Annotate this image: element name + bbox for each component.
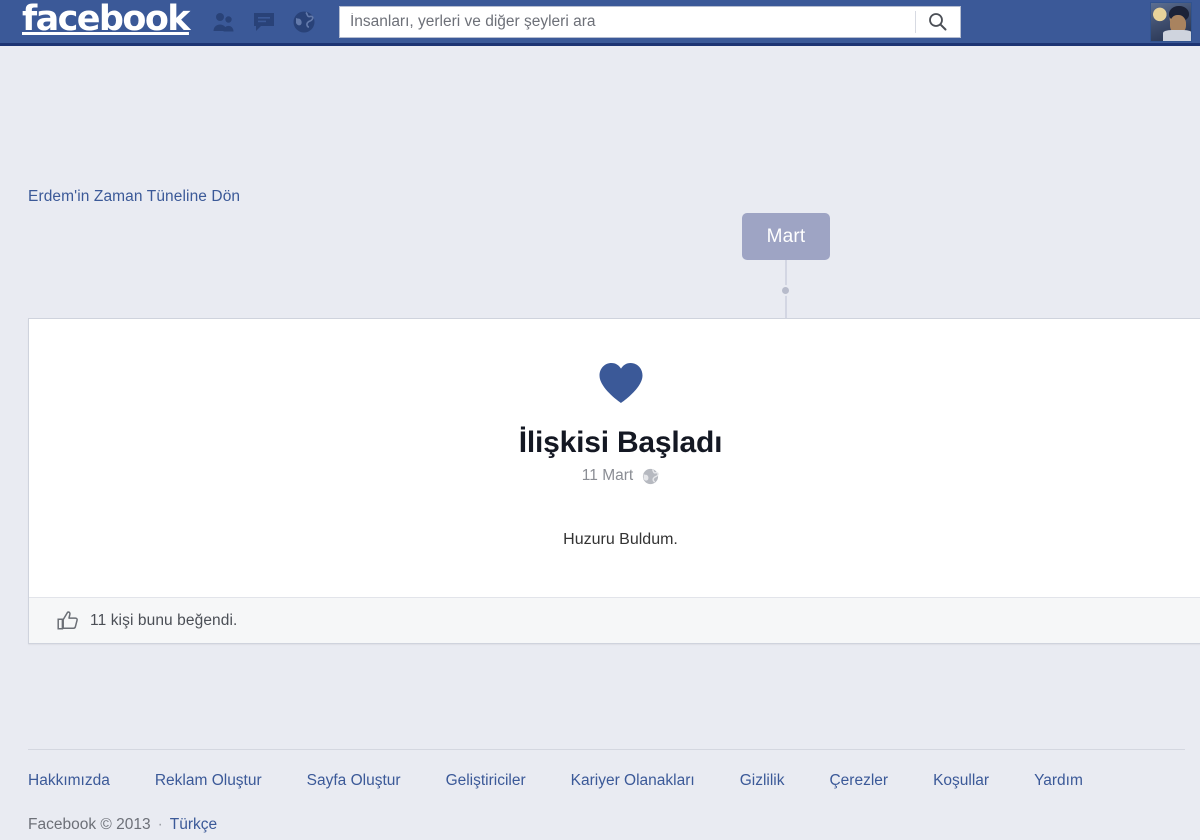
footer-link-cerezler[interactable]: Çerezler: [829, 772, 888, 789]
footer-link-item: Yardım: [1034, 772, 1083, 790]
life-event-card: İlişkisi Başladı 11 Mart Huzuru Buldum.: [28, 318, 1200, 645]
language-link[interactable]: Türkçe: [170, 816, 217, 834]
footer-divider: [28, 749, 1185, 750]
life-event-body: İlişkisi Başladı 11 Mart Huzuru Buldum.: [29, 319, 1200, 597]
footer-link-kariyer-olanaklari[interactable]: Kariyer Olanakları: [571, 772, 695, 789]
footer-link-item: Kariyer Olanakları: [571, 772, 695, 790]
life-event-meta: 11 Mart: [49, 467, 1192, 485]
footer-link-sayfa-olustur[interactable]: Sayfa Oluştur: [307, 772, 401, 789]
life-event-text: Huzuru Buldum.: [563, 531, 678, 548]
footer-link-kosullar[interactable]: Koşullar: [933, 772, 989, 789]
avatar-shirt: [1163, 29, 1191, 41]
footer-link-yardim[interactable]: Yardım: [1034, 772, 1083, 789]
timeline-connector-dot: [780, 285, 791, 296]
footer-link-item: Gizlilik: [740, 772, 785, 790]
copyright-text: Facebook © 2013: [28, 816, 151, 833]
facebook-logo[interactable]: facebook: [22, 2, 191, 41]
life-event-title: İlişkisi Başladı: [518, 426, 723, 459]
footer-link-item: Çerezler: [829, 772, 888, 790]
header-nav-icons: [211, 9, 317, 35]
footer-copyright: Facebook © 2013 · Türkçe: [28, 816, 1188, 834]
search-icon: [928, 12, 947, 31]
notifications-icon[interactable]: [291, 9, 317, 35]
footer-links: Hakkımızda Reklam Oluştur Sayfa Oluştur …: [28, 772, 1188, 790]
search-input[interactable]: [339, 6, 915, 37]
top-navigation-bar: facebook: [0, 0, 1200, 46]
footer-link-item: Reklam Oluştur: [155, 772, 262, 790]
like-count-text: 11 kişi bunu beğendi.: [90, 611, 238, 629]
footer-link-item: Sayfa Oluştur: [307, 772, 401, 790]
globe-icon[interactable]: [642, 468, 659, 485]
page-content: Erdem'in Zaman Tüneline Dön Mart İlişkis…: [0, 46, 1200, 837]
messages-icon[interactable]: [251, 9, 277, 35]
footer-link-item: Koşullar: [933, 772, 989, 790]
footer-link-item: Geliştiriciler: [446, 772, 526, 790]
like-summary-bar[interactable]: 11 kişi bunu beğendi.: [29, 597, 1200, 644]
footer-link-reklam-olustur[interactable]: Reklam Oluştur: [155, 772, 262, 789]
heart-icon: [49, 361, 1192, 410]
copyright-separator: ·: [157, 816, 163, 833]
footer-link-hakkimizda[interactable]: Hakkımızda: [28, 772, 110, 789]
footer-link-item: Hakkımızda: [28, 772, 110, 790]
page-footer: Hakkımızda Reklam Oluştur Sayfa Oluştur …: [28, 772, 1188, 834]
footer-link-gelistiriciler[interactable]: Geliştiriciler: [446, 772, 526, 789]
friend-requests-icon[interactable]: [211, 9, 237, 35]
search-button[interactable]: [916, 7, 960, 37]
life-event-date: 11 Mart: [581, 467, 634, 484]
back-to-timeline-link[interactable]: Erdem'in Zaman Tüneline Dön: [28, 188, 240, 206]
search-bar[interactable]: [338, 5, 961, 38]
thumbs-up-icon: [57, 610, 79, 631]
timeline-month-pill[interactable]: Mart: [742, 213, 830, 260]
footer-link-gizlilik[interactable]: Gizlilik: [740, 772, 785, 789]
avatar[interactable]: [1150, 1, 1192, 42]
